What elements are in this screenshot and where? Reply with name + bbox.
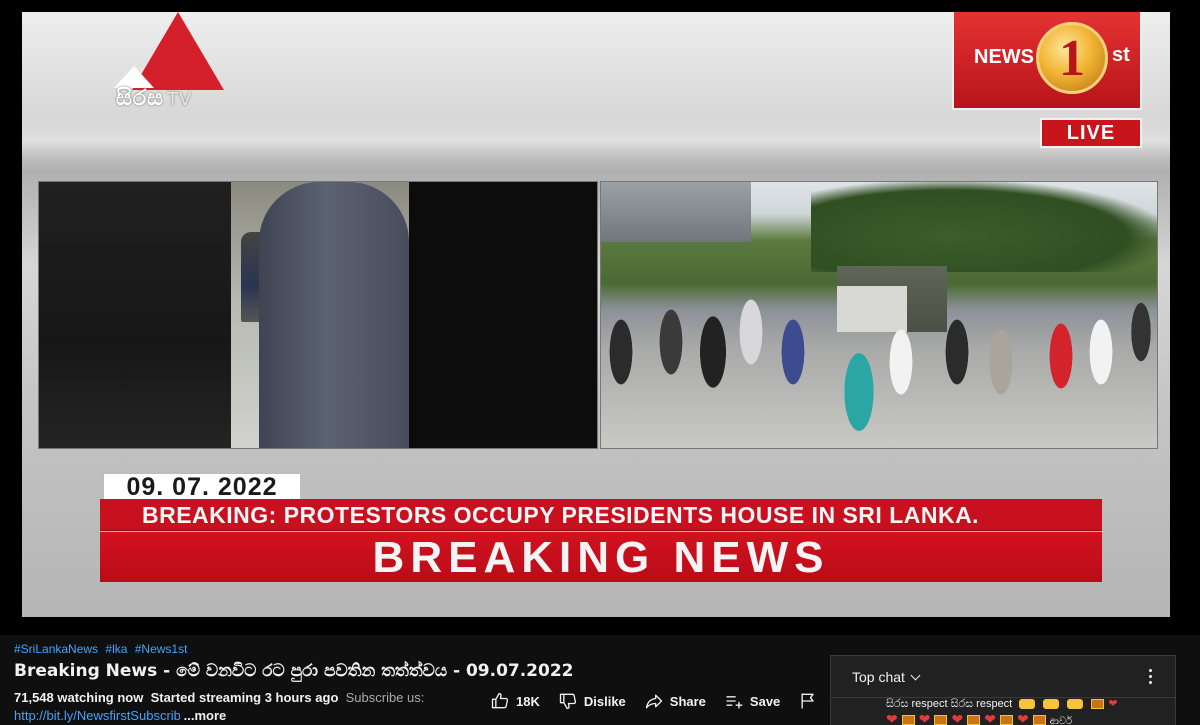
thumbs-down-icon	[559, 693, 576, 710]
heart-emoji-icon: ❤	[1016, 711, 1029, 725]
live-chat-panel: Top chat සිරස respect සිරස respect ❤ ❤ ❤ ❤…	[830, 655, 1176, 725]
news1st-number: 1	[1059, 30, 1085, 87]
heart-emoji-icon: ❤	[918, 711, 931, 725]
news1st-logo: NEWS 1 st	[952, 12, 1142, 110]
news1st-coin: 1	[1036, 22, 1108, 94]
news1st-news-text: NEWS	[974, 46, 1034, 68]
save-label: Save	[749, 693, 781, 709]
report-button[interactable]	[798, 691, 818, 711]
like-count: 18K	[516, 693, 540, 709]
chat-header: Top chat	[831, 656, 1175, 698]
flag-emoji-icon	[934, 715, 948, 725]
hand-emoji-icon	[1067, 699, 1084, 710]
logo-tv-text: TV	[166, 89, 193, 110]
share-label: Share	[669, 693, 706, 709]
chat-message: සිරස respect සිරස respect ❤	[886, 697, 1118, 711]
flag-emoji-icon	[901, 715, 915, 725]
description-line: http://bit.ly/NewsfirstSubscribe ...more	[14, 708, 226, 723]
share-arrow-icon	[645, 694, 662, 709]
logo-label: සිරස TV	[116, 86, 192, 111]
foreground-person	[259, 182, 409, 448]
sirasa-tv-logo: සිරස TV	[114, 12, 236, 116]
dislike-label: Dislike	[583, 693, 626, 709]
chat-mode-label: Top chat	[852, 669, 905, 685]
logo-white-triangle	[114, 66, 154, 88]
more-vert-icon[interactable]	[1149, 669, 1153, 685]
dislike-button[interactable]: Dislike	[558, 691, 626, 711]
watching-count: 71,548 watching now	[14, 690, 144, 705]
action-bar: 18K Dislike Share Save	[490, 688, 836, 714]
chat-message-text: සිරස respect සිරස respect	[886, 698, 1013, 710]
building	[601, 182, 751, 242]
share-button[interactable]: Share	[644, 691, 706, 711]
blurred-region	[39, 182, 231, 448]
stream-start: Started streaming 3 hours ago	[150, 690, 339, 705]
subscribe-prompt: Subscribe us:	[345, 690, 425, 705]
show-more-button[interactable]: ...more	[184, 708, 227, 723]
hashtag-row: #SriLankaNews #lka #News1st	[14, 642, 191, 656]
protest-crowd	[601, 292, 1157, 448]
hashtag-link[interactable]: #lka	[105, 642, 127, 656]
subscribe-link[interactable]: http://bit.ly/NewsfirstSubscribe	[14, 708, 180, 723]
flag-emoji-icon	[999, 715, 1013, 725]
stream-stats: 71,548 watching now Started streaming 3 …	[14, 690, 424, 705]
trees	[811, 182, 1157, 272]
chat-emoji-row: ❤ ❤ ❤ ❤ ❤ ආවර්	[886, 711, 1072, 725]
video-player[interactable]: සිරස TV NEWS 1 st LIVE 09. 07. 2022 BREAK…	[0, 0, 1200, 635]
top-chat-dropdown[interactable]: Top chat	[852, 669, 921, 685]
video-feed-right	[600, 181, 1158, 449]
heart-emoji-icon: ❤	[951, 711, 964, 725]
heart-emoji-icon: ❤	[984, 711, 996, 725]
heart-emoji-icon: ❤	[886, 711, 898, 725]
hand-emoji-icon	[1043, 699, 1060, 710]
breaking-news-banner: BREAKING NEWS	[100, 532, 1102, 582]
flag-icon	[801, 693, 814, 709]
flag-emoji-icon	[1091, 699, 1105, 710]
heart-emoji-icon: ❤	[1108, 698, 1118, 710]
save-button[interactable]: Save	[724, 691, 780, 711]
chat-message-tail: ආවර්	[1049, 716, 1073, 725]
live-badge: LIVE	[1040, 118, 1142, 148]
logo-text: සිරස	[116, 86, 164, 111]
headline-ticker: BREAKING: PROTESTORS OCCUPY PRESIDENTS H…	[100, 499, 1102, 531]
news1st-suffix: st	[1112, 44, 1130, 66]
like-button[interactable]: 18K	[490, 691, 540, 711]
hand-emoji-icon	[1019, 699, 1036, 710]
date-caption: 09. 07. 2022	[102, 472, 302, 502]
playlist-add-icon	[726, 696, 743, 709]
thumbs-up-icon	[491, 692, 509, 709]
hashtag-link[interactable]: #SriLankaNews	[14, 642, 98, 656]
video-feed-left	[38, 181, 598, 449]
video-title: Breaking News - මේ වනවිට රට පුරා පවතින ත…	[14, 661, 574, 681]
chevron-down-icon	[910, 670, 921, 681]
flag-emoji-icon	[1032, 715, 1046, 725]
blurred-region	[409, 182, 597, 448]
flag-emoji-icon	[967, 715, 981, 725]
hashtag-link[interactable]: #News1st	[135, 642, 188, 656]
